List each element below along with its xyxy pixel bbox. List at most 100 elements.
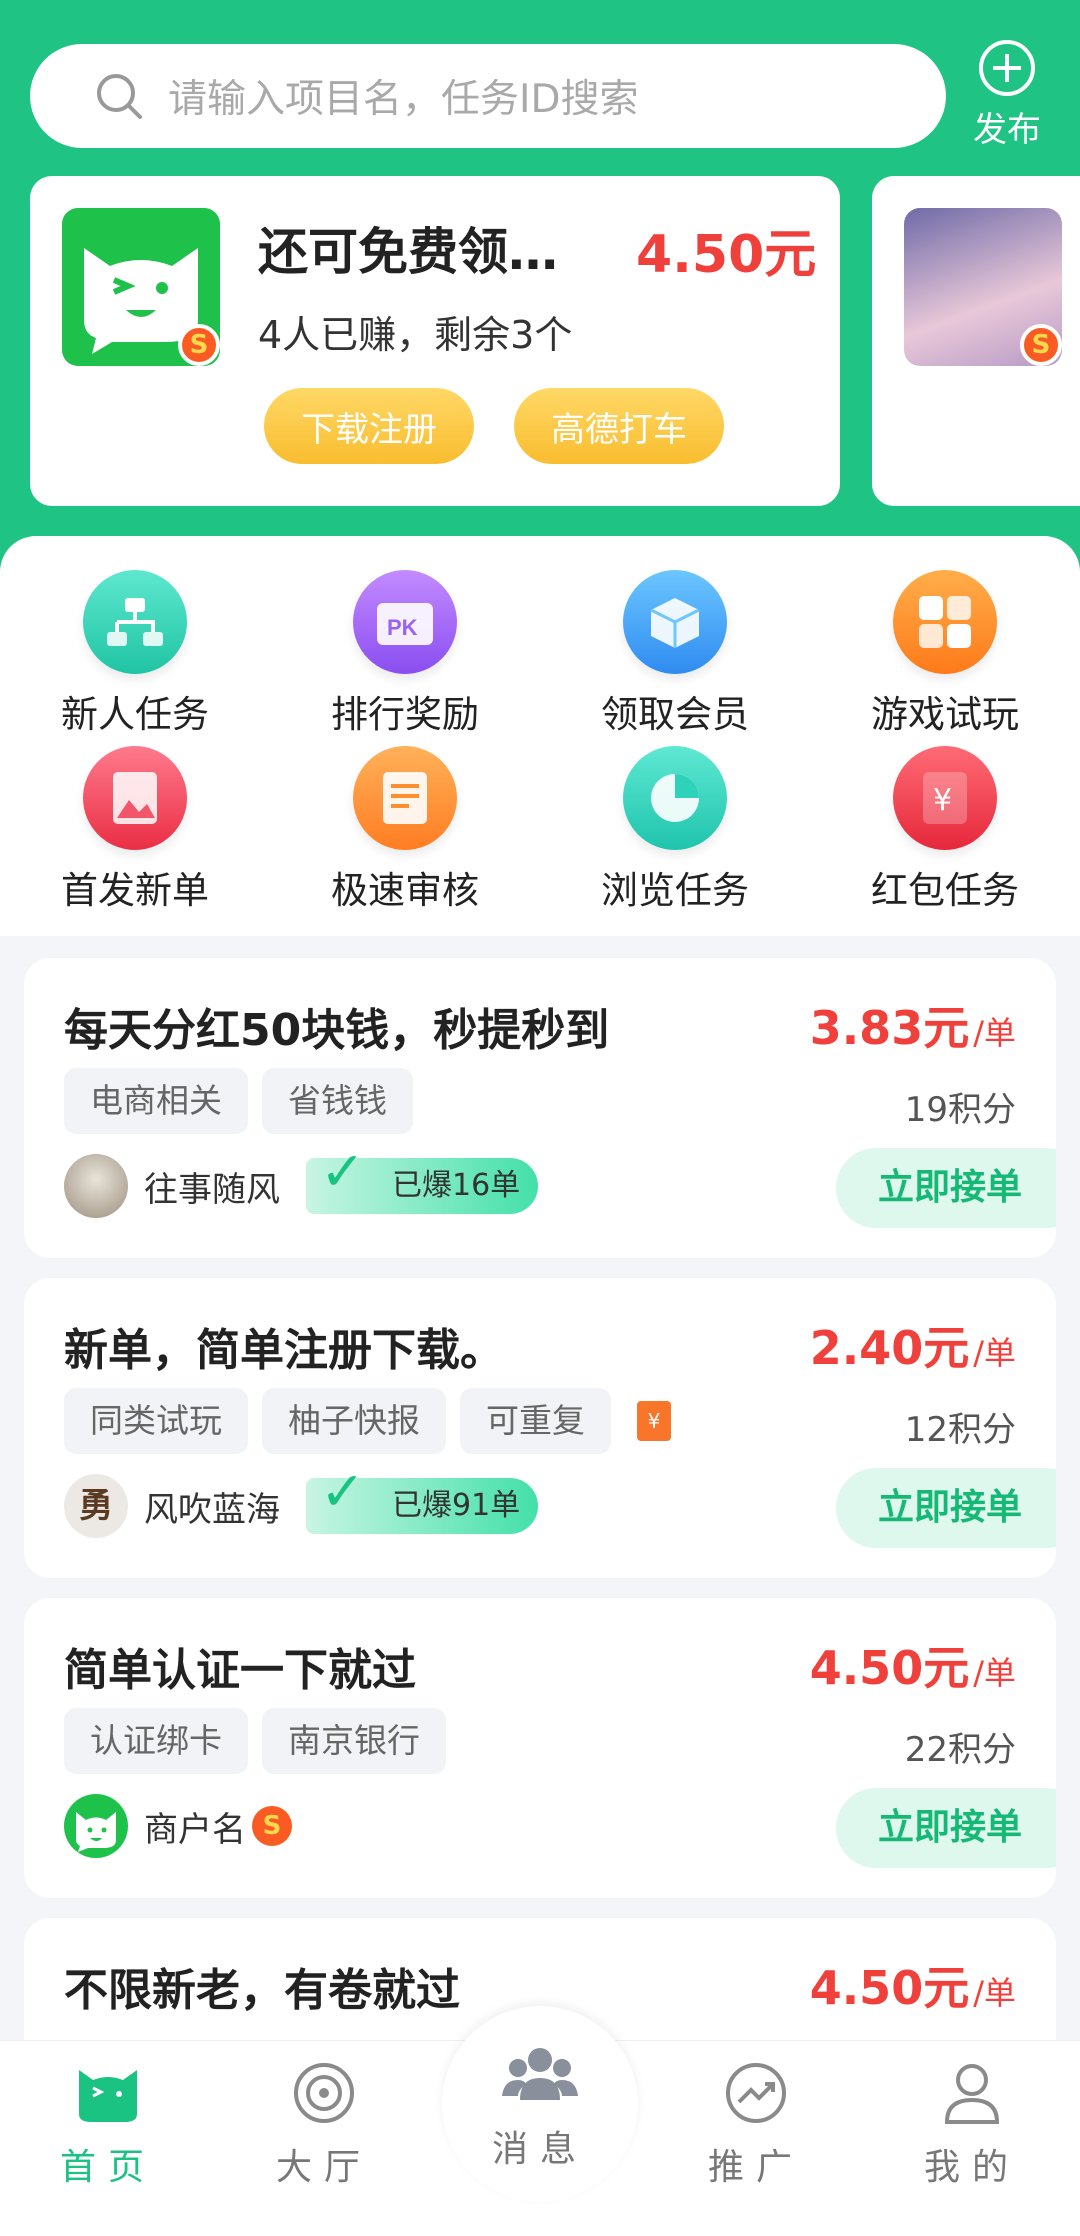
promo-card-next[interactable]: S bbox=[872, 176, 1080, 506]
document-icon bbox=[353, 746, 457, 850]
task-tag: 电商相关 bbox=[64, 1068, 248, 1134]
tab-label: 消息 bbox=[491, 2129, 588, 2170]
avatar: 勇 bbox=[64, 1474, 128, 1538]
grid-item-ranking[interactable]: PK 排行奖励 bbox=[270, 570, 540, 738]
cube-icon bbox=[623, 570, 727, 674]
grid-item-first-release[interactable]: 首发新单 bbox=[0, 746, 270, 914]
pie-chart-icon bbox=[623, 746, 727, 850]
task-title: 简单认证一下就过 bbox=[64, 1645, 416, 1696]
plus-icon bbox=[979, 40, 1035, 96]
task-card[interactable]: 每天分红50块钱，秒提秒到 3.83元/单 电商相关 省钱钱 19积分 往事随风… bbox=[24, 958, 1056, 1258]
grid-label: 极速审核 bbox=[331, 869, 479, 912]
owner-name: 往事随风 bbox=[144, 1169, 280, 1210]
promo-title: 还可免费领… bbox=[258, 223, 558, 281]
tab-mine[interactable]: 我的 bbox=[902, 2058, 1042, 2190]
task-card[interactable]: 新单，简单注册下载。 2.40元/单 同类试玩 柚子快报 可重复 ¥ 12积分 … bbox=[24, 1278, 1056, 1578]
grid-label: 红包任务 bbox=[871, 869, 1019, 912]
publish-button[interactable]: 发布 bbox=[962, 40, 1052, 160]
grid-item-game-trial[interactable]: 游戏试玩 bbox=[810, 570, 1080, 738]
avatar bbox=[64, 1794, 128, 1858]
game-character-image: S bbox=[904, 208, 1062, 366]
search-bar[interactable]: 请输入项目名，任务ID搜索 bbox=[30, 44, 946, 148]
grid-label: 游戏试玩 bbox=[871, 693, 1019, 736]
promo-card[interactable]: S 还可免费领… 4.50元 4人已赚，剩余3个 下载注册 高德打车 bbox=[30, 176, 840, 506]
burst-badge: ✓ 已爆91单 bbox=[306, 1464, 538, 1534]
avatar bbox=[64, 1154, 128, 1218]
task-tag: 认证绑卡 bbox=[64, 1708, 248, 1774]
task-title: 不限新老，有卷就过 bbox=[64, 1965, 460, 2016]
grid-label: 排行奖励 bbox=[331, 693, 479, 736]
accept-button[interactable]: 立即接单 bbox=[836, 1148, 1056, 1228]
tab-label: 我的 bbox=[923, 2147, 1020, 2188]
tab-label: 首页 bbox=[59, 2147, 156, 2188]
cat-face-icon bbox=[76, 1812, 116, 1852]
search-icon bbox=[97, 74, 142, 119]
user-icon bbox=[944, 2064, 1000, 2124]
grid-label: 首发新单 bbox=[61, 869, 209, 912]
svg-text:PK: PK bbox=[387, 615, 418, 640]
app-icon: S bbox=[62, 208, 220, 366]
category-grid: 新人任务 PK 排行奖励 领取会员 游戏试玩 首发新单 极速审核 浏览任务 ¥ … bbox=[0, 536, 1080, 936]
game-icon bbox=[893, 570, 997, 674]
image-card-icon bbox=[83, 746, 187, 850]
tab-hall[interactable]: 大厅 bbox=[254, 2058, 394, 2190]
task-tag: 可重复 bbox=[460, 1388, 611, 1454]
target-icon bbox=[294, 2063, 354, 2123]
promo-subtitle: 4人已赚，剩余3个 bbox=[258, 313, 573, 357]
task-title: 新单，简单注册下载。 bbox=[64, 1325, 504, 1376]
task-title: 每天分红50块钱，秒提秒到 bbox=[64, 1005, 610, 1056]
tab-label: 大厅 bbox=[275, 2147, 372, 2188]
tab-label: 推广 bbox=[707, 2147, 804, 2188]
owner-name: 商户名 bbox=[144, 1809, 246, 1850]
search-input[interactable]: 请输入项目名，任务ID搜索 bbox=[168, 68, 639, 124]
task-tags: 认证绑卡 南京银行 bbox=[64, 1708, 446, 1774]
task-price: 4.50元/单 bbox=[809, 1641, 1016, 1695]
s-badge: S bbox=[178, 324, 220, 366]
task-card[interactable]: 简单认证一下就过 4.50元/单 认证绑卡 南京银行 22积分 商户名 S 立即… bbox=[24, 1598, 1056, 1898]
tab-promote[interactable]: 推广 bbox=[686, 2058, 826, 2190]
task-tag: 同类试玩 bbox=[64, 1388, 248, 1454]
grid-label: 浏览任务 bbox=[601, 869, 749, 912]
check-icon: ✓ bbox=[320, 1460, 366, 1523]
promo-tag[interactable]: 下载注册 bbox=[264, 388, 474, 464]
accept-button[interactable]: 立即接单 bbox=[836, 1788, 1056, 1868]
task-owner: 往事随风 ✓ 已爆16单 bbox=[64, 1144, 538, 1218]
grid-item-fast-review[interactable]: 极速审核 bbox=[270, 746, 540, 914]
grid-item-red-envelope[interactable]: ¥ 红包任务 bbox=[810, 746, 1080, 914]
s-badge: S bbox=[252, 1806, 292, 1846]
cat-home-icon bbox=[79, 2070, 137, 2122]
promo-price: 4.50元 bbox=[636, 225, 817, 285]
task-tag: 南京银行 bbox=[262, 1708, 446, 1774]
grid-item-membership[interactable]: 领取会员 bbox=[540, 570, 810, 738]
grid-item-browse[interactable]: 浏览任务 bbox=[540, 746, 810, 914]
grid-label: 新人任务 bbox=[61, 693, 209, 736]
task-owner: 勇 风吹蓝海 ✓ 已爆91单 bbox=[64, 1464, 538, 1538]
grid-label: 领取会员 bbox=[601, 693, 749, 736]
people-icon bbox=[502, 2048, 578, 2100]
check-icon: ✓ bbox=[320, 1140, 366, 1203]
task-tag: 省钱钱 bbox=[262, 1068, 413, 1134]
burst-badge: ✓ 已爆16单 bbox=[306, 1144, 538, 1214]
svg-text:¥: ¥ bbox=[933, 783, 952, 818]
org-chart-icon bbox=[83, 570, 187, 674]
tab-messages[interactable]: 消息 bbox=[470, 2040, 610, 2172]
task-owner: 商户名 S bbox=[64, 1794, 292, 1858]
red-envelope-icon: ¥ bbox=[893, 746, 997, 850]
publish-label: 发布 bbox=[973, 110, 1041, 150]
task-price: 2.40元/单 bbox=[809, 1321, 1016, 1375]
pk-icon: PK bbox=[353, 570, 457, 674]
grid-item-newbie[interactable]: 新人任务 bbox=[0, 570, 270, 738]
task-points: 22积分 bbox=[904, 1730, 1016, 1770]
tab-home[interactable]: 首页 bbox=[38, 2058, 178, 2190]
task-points: 19积分 bbox=[904, 1090, 1016, 1130]
task-price: 4.50元/单 bbox=[809, 1961, 1016, 2015]
task-price: 3.83元/单 bbox=[809, 1001, 1016, 1055]
trend-icon bbox=[726, 2063, 786, 2123]
promo-tag[interactable]: 高德打车 bbox=[514, 388, 724, 464]
owner-name: 风吹蓝海 bbox=[144, 1489, 280, 1530]
task-tags: 电商相关 省钱钱 bbox=[64, 1068, 413, 1134]
accept-button[interactable]: 立即接单 bbox=[836, 1468, 1056, 1548]
s-badge: S bbox=[1020, 324, 1062, 366]
red-envelope-icon: ¥ bbox=[637, 1401, 671, 1441]
task-tags: 同类试玩 柚子快报 可重复 ¥ bbox=[64, 1388, 671, 1454]
